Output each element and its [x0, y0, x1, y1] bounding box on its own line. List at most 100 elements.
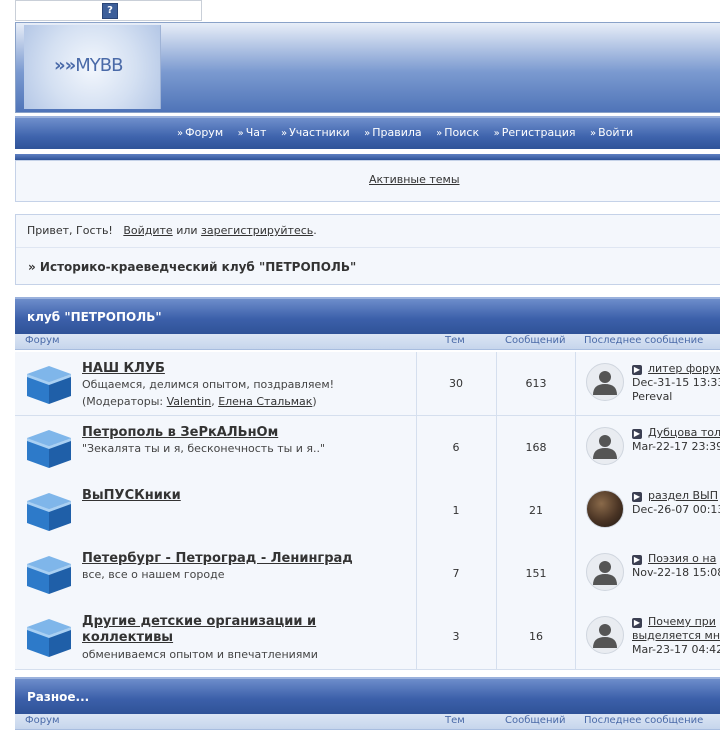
category-header: Разное...	[15, 677, 720, 715]
login-link[interactable]: Войдите	[123, 224, 172, 237]
last-post-date: Nov-22-18 15:08	[632, 566, 720, 579]
site-header: »»MYBB	[15, 22, 720, 113]
forum-folder-icon	[27, 619, 71, 657]
posts-count: 21	[529, 504, 543, 517]
active-topics-panel: Активные темы	[15, 160, 720, 202]
forum-description: обмениваемся опытом и впечатлениями	[82, 648, 318, 661]
last-post-link-cont[interactable]: выделяется мн	[632, 629, 720, 642]
col-forum: Форум	[25, 715, 60, 726]
topics-count: 3	[452, 630, 460, 643]
avatar[interactable]	[586, 553, 624, 591]
forum-row: НАШ КЛУБ Общаемся, делимся опытом, поздр…	[15, 352, 720, 416]
last-post-arrow-icon[interactable]: ▶	[632, 492, 642, 502]
col-posts: Сообщений	[505, 335, 566, 346]
nav-chat[interactable]: Чат	[246, 126, 267, 139]
main-navbar: » Форум » Чат » Участники » Правила » Поиск »…	[15, 116, 720, 149]
category-header: клуб "ПЕТРОПОЛЬ"	[15, 297, 720, 335]
forum-folder-icon	[27, 493, 71, 531]
topics-count: 6	[452, 441, 460, 454]
avatar[interactable]	[586, 427, 624, 465]
forum-description: все, все о нашем городе	[82, 568, 225, 581]
col-posts: Сообщений	[505, 715, 566, 726]
category-title: Разное...	[27, 690, 90, 704]
forum-description: "Зекалята ты и я, бесконечность ты и я..…	[82, 442, 326, 455]
forum-row: Петрополь в ЗеРкАЛЬнОм "Зекалята ты и я,…	[15, 416, 720, 480]
col-topics: Тем	[445, 335, 465, 346]
last-post-date: Mar-23-17 04:42	[632, 643, 720, 656]
posts-count: 613	[525, 377, 547, 390]
last-post-link[interactable]: раздел ВЫП	[648, 489, 718, 502]
avatar[interactable]	[586, 490, 624, 528]
topics-count: 1	[452, 504, 460, 517]
nav-bullet-icon: »	[493, 128, 500, 139]
nav-rules[interactable]: Правила	[372, 126, 421, 139]
posts-count: 151	[525, 567, 547, 580]
col-topics: Тем	[445, 715, 465, 726]
nav-bullet-icon: »	[436, 128, 443, 139]
divider	[16, 247, 720, 248]
greeting-or: или	[176, 224, 198, 237]
moderator-separator: ,	[211, 395, 215, 408]
last-post-arrow-icon[interactable]: ▶	[632, 555, 642, 565]
nav-bullet-icon: »	[177, 128, 184, 139]
last-post-link[interactable]: литер форум	[648, 362, 720, 375]
default-user-icon	[593, 624, 617, 648]
nav-search[interactable]: Поиск	[444, 126, 479, 139]
col-forum: Форум	[25, 335, 60, 346]
moderators-label: (Модераторы:	[82, 395, 164, 408]
greeting-line: Привет, Гость! Войдите или зарегистрируй…	[27, 224, 317, 237]
nav-bullet-icon: »	[590, 128, 597, 139]
help-icon[interactable]: ?	[102, 3, 118, 19]
last-post-link[interactable]: Почему при	[648, 615, 716, 628]
forum-moderators: (Модераторы: Valentin, Елена Стальмак)	[82, 394, 382, 410]
nav-bullet-icon: »	[237, 128, 244, 139]
breadcrumb: » Историко-краеведческий клуб "ПЕТРОПОЛЬ…	[28, 260, 357, 274]
last-post-date: Dec-26-07 00:13	[632, 503, 720, 516]
last-post-link[interactable]: Дубцова тол	[648, 426, 720, 439]
register-link[interactable]: зарегистрируйтесь	[201, 224, 313, 237]
last-post-arrow-icon[interactable]: ▶	[632, 429, 642, 439]
posts-count: 16	[529, 630, 543, 643]
last-post-link[interactable]: Поэзия о на	[648, 552, 716, 565]
forum-description: Общаемся, делимся опытом, поздравляем!	[82, 378, 335, 391]
logo-chevron-icon: »»	[54, 55, 76, 76]
nav-login[interactable]: Войти	[598, 126, 633, 139]
greeting-panel: Привет, Гость! Войдите или зарегистрируй…	[15, 214, 720, 285]
forum-title-link[interactable]: НАШ КЛУБ	[82, 361, 362, 377]
nav-items: » Форум » Чат » Участники » Правила » Поиск »…	[177, 126, 644, 139]
logo[interactable]: »»MYBB	[24, 25, 161, 109]
topics-count: 7	[452, 567, 460, 580]
nav-members[interactable]: Участники	[289, 126, 350, 139]
last-post-date: Mar-22-17 23:39	[632, 440, 720, 453]
forum-title-link[interactable]: ВыПУСКники	[82, 488, 362, 504]
category-title: клуб "ПЕТРОПОЛЬ"	[27, 310, 162, 324]
forum-folder-icon	[27, 366, 71, 404]
topics-count: 30	[449, 377, 463, 390]
col-last: Последнее сообщение	[584, 715, 704, 726]
avatar[interactable]	[586, 616, 624, 654]
moderator-link[interactable]: Valentin	[167, 395, 212, 408]
nav-register[interactable]: Регистрация	[502, 126, 576, 139]
forum-folder-icon	[27, 430, 71, 468]
last-post-arrow-icon[interactable]: ▶	[632, 618, 642, 628]
column-header: Форум Тем Сообщений Последнее сообщение	[15, 334, 720, 350]
nav-bullet-icon: »	[364, 128, 371, 139]
search-box[interactable]: ?	[15, 0, 202, 21]
default-user-icon	[593, 435, 617, 459]
greeting-suffix: .	[313, 224, 317, 237]
active-topics-link[interactable]: Активные темы	[369, 173, 460, 186]
default-user-icon	[593, 561, 617, 585]
forum-title-link[interactable]: Петербург - Петроград - Ленинград	[82, 551, 362, 567]
moderator-link[interactable]: Елена Стальмак	[218, 395, 312, 408]
col-last: Последнее сообщение	[584, 335, 704, 346]
avatar[interactable]	[586, 363, 624, 401]
moderators-close: )	[312, 395, 317, 408]
forum-row: ВыПУСКники 1 21 ▶ раздел ВЫП Dec-26-07 0…	[15, 479, 720, 543]
forum-folder-icon	[27, 556, 71, 594]
forum-title-link[interactable]: Другие детские организации и коллективы	[82, 614, 362, 646]
posts-count: 168	[525, 441, 547, 454]
nav-forum[interactable]: Форум	[185, 126, 223, 139]
forum-title-link[interactable]: Петрополь в ЗеРкАЛЬнОм	[82, 425, 362, 441]
last-post-arrow-icon[interactable]: ▶	[632, 365, 642, 375]
last-post-user: Pereval	[632, 390, 673, 403]
